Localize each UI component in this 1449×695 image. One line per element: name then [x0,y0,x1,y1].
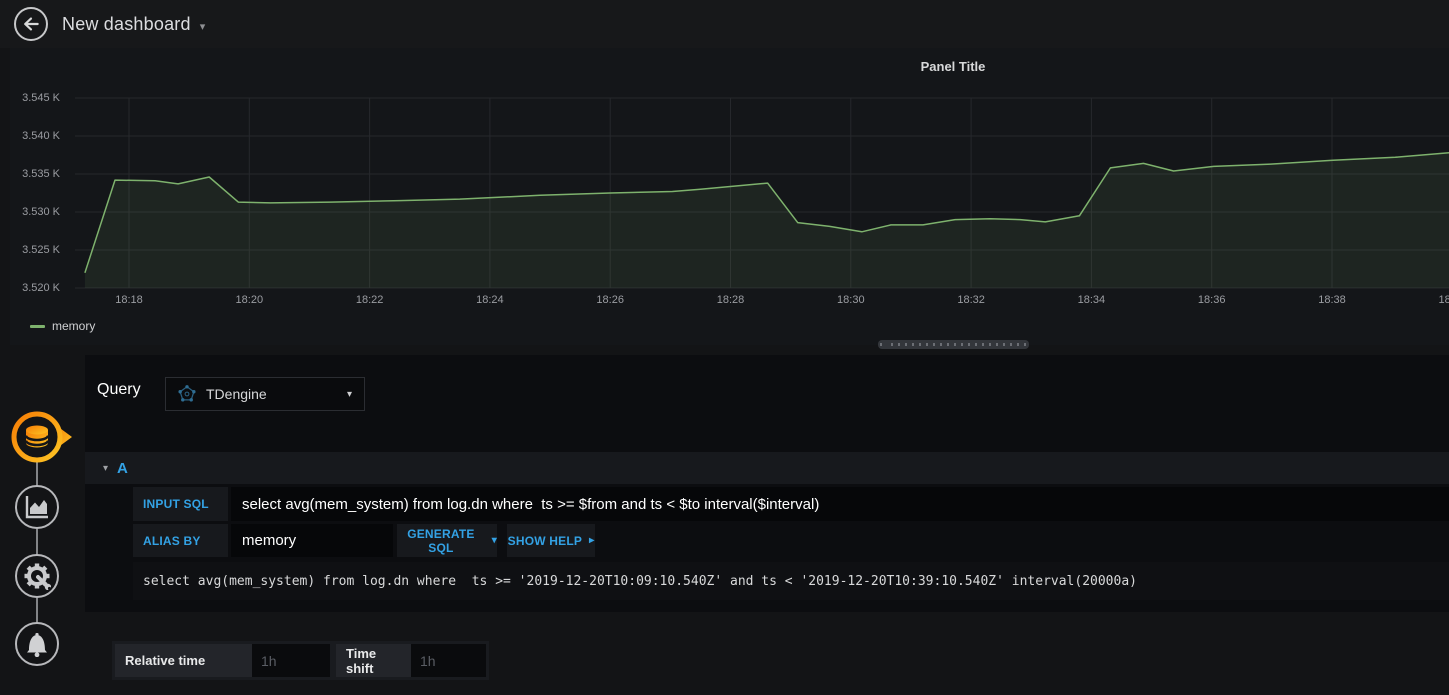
relative-time-label: Relative time [115,644,252,677]
x-axis-label: 18:36 [1197,294,1226,306]
back-button[interactable] [14,7,48,41]
x-axis-label: 18:20 [235,294,264,306]
relative-time-group: Relative time [112,641,333,680]
input-sql-field[interactable] [231,487,1449,521]
x-axis-label: 18:28 [716,294,745,306]
legend: memory [30,319,95,333]
chevron-down-icon: ▾ [346,388,352,400]
chart-canvas [75,97,1449,289]
x-axis-label: 18:24 [476,294,504,306]
time-series-chart: 3.545 K 3.540 K 3.535 K 3.530 K 3.525 K 3.520… [0,48,1449,345]
y-axis-label: 3.545 K [22,92,60,104]
show-help-button[interactable]: SHOW HELP ▸ [507,524,595,557]
tab-alert[interactable] [15,622,59,666]
top-navbar: New dashboard ▾ [0,0,1449,48]
panel-resize-handle[interactable] [878,340,1029,349]
y-axis-label: 3.540 K [22,130,60,142]
panel-editor-tabs [0,400,80,695]
collapse-caret-icon[interactable]: ▾ [103,463,108,474]
bell-icon [27,633,47,657]
x-axis-label: 18:34 [1077,294,1106,306]
relative-time-field[interactable] [252,644,330,677]
chevron-right-icon: ▸ [589,535,595,546]
tab-visualization[interactable] [15,485,59,529]
chevron-down-icon: ▾ [199,20,206,33]
x-axis-label: 18:38 [1318,294,1346,306]
generated-sql-text: select avg(mem_system) from log.dn where… [133,562,1449,600]
series-area-fill [84,152,1449,288]
x-axis-label: 18:30 [837,294,865,306]
query-editor: Query TDengine ▾ ▾ A INPUT SQL ALIAS BY … [85,355,1449,612]
y-axis-label: 3.530 K [22,206,60,218]
x-axis-label: 18:26 [596,294,624,306]
generate-sql-button[interactable]: GENERATE SQL ▾ [397,524,497,557]
tab-connector [36,598,38,624]
chevron-down-icon: ▾ [491,535,497,546]
dashboard-title: New dashboard [62,13,191,34]
x-axis-label: 18:32 [957,294,985,306]
y-axis-label: 3.525 K [22,244,60,256]
alias-by-field[interactable] [231,524,393,557]
time-shift-field[interactable] [411,644,486,677]
datasource-name: TDengine [206,386,267,402]
x-axis-label: 18:40 [1438,294,1449,306]
tab-connector [36,529,38,555]
y-axis-label: 3.520 K [22,282,60,294]
x-axis-label: 18:18 [115,294,143,306]
gear-wrench-icon [24,563,51,590]
database-icon [11,411,72,463]
query-row-header[interactable]: ▾ A [85,452,1449,484]
tab-general[interactable] [15,554,59,598]
y-axis-label: 3.535 K [22,168,60,180]
area-chart-icon [25,496,48,519]
time-shift-label: Time shift [336,644,411,677]
tab-queries[interactable] [9,409,77,465]
query-ref-id: A [117,459,128,477]
grafana-panel-editor: New dashboard ▾ Panel Title 3.545 K 3.540… [0,0,1449,695]
datasource-picker[interactable]: TDengine ▾ [165,377,365,411]
arrow-left-icon [24,17,39,31]
time-shift-group: Time shift [333,641,489,680]
legend-series-name[interactable]: memory [52,319,95,333]
x-axis-label: 18:22 [355,294,384,306]
dashboard-title-dropdown[interactable]: New dashboard ▾ [62,0,205,48]
show-help-label: SHOW HELP [507,533,583,548]
generate-sql-label: GENERATE SQL [407,526,475,555]
query-section-title: Query [97,381,141,398]
alias-by-label: ALIAS BY [133,524,228,557]
legend-color-swatch[interactable] [30,324,45,328]
input-sql-label: INPUT SQL [133,487,228,521]
tdengine-logo-icon [178,385,196,402]
